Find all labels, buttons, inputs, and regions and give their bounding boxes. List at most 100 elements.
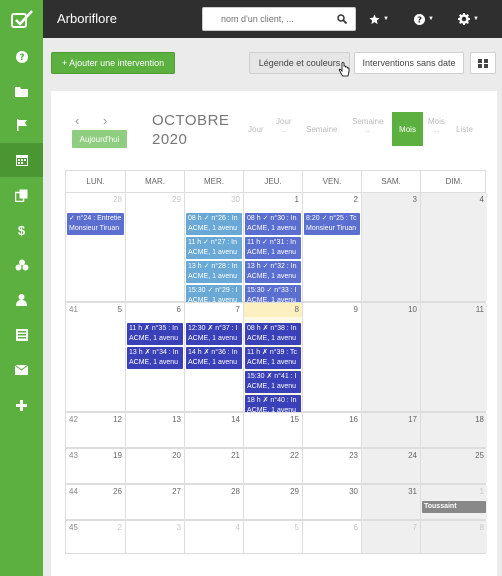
- day-number[interactable]: 20: [172, 451, 181, 460]
- sidebar-item-list[interactable]: [0, 318, 43, 352]
- day-cell[interactable]: 4: [185, 521, 244, 553]
- app-logo[interactable]: [0, 0, 43, 38]
- day-number[interactable]: 1: [295, 195, 299, 204]
- calendar-event[interactable]: 8:20 ✓ n°25 : Tc Monsieur Tiruan: [304, 213, 360, 235]
- day-number[interactable]: 15: [290, 415, 299, 424]
- day-cell[interactable]: 30: [303, 485, 362, 519]
- day-number[interactable]: 10: [408, 305, 417, 314]
- day-cell[interactable]: 5: [244, 521, 303, 553]
- day-cell[interactable]: 41 5: [66, 303, 126, 411]
- day-number[interactable]: 2: [118, 523, 122, 532]
- calendar-event[interactable]: 13 h ✗ n°34 : In ACME, 1 avenu: [127, 347, 183, 369]
- calendar-event[interactable]: 12:30 ✗ n°37 : I ACME, 1 avenu: [186, 323, 242, 345]
- day-number[interactable]: 8: [295, 305, 299, 314]
- help-dropdown[interactable]: ? ▼: [414, 12, 434, 26]
- day-cell[interactable]: 23: [303, 449, 362, 483]
- calendar-event[interactable]: ✓ n°24 : Entretie Monsieur Tiruan: [67, 213, 124, 235]
- day-cell[interactable]: 8 08 h ✗ n°38 : In ACME, 1 avenu 11 h ✗ n°3…: [244, 303, 303, 417]
- calendar-event[interactable]: 11 h ✓ n°27 : In ACME, 1 avenu: [186, 237, 242, 259]
- day-number[interactable]: 4: [236, 523, 240, 532]
- sidebar-item-user[interactable]: [0, 283, 43, 317]
- calendar-event[interactable]: 08 h ✓ n°30 : In ACME, 1 avenu: [245, 213, 301, 235]
- day-cell[interactable]: 30 08 h ✓ n°26 : In ACME, 1 avenu 11 h ✓ n°…: [185, 193, 244, 307]
- day-cell[interactable]: 16: [303, 413, 362, 447]
- day-cell[interactable]: 2 8:20 ✓ n°25 : Tc Monsieur Tiruan: [303, 193, 362, 301]
- day-number[interactable]: 30: [349, 487, 358, 496]
- day-number[interactable]: 31: [408, 487, 417, 496]
- day-number[interactable]: 7: [413, 523, 417, 532]
- day-cell[interactable]: 18: [421, 413, 487, 447]
- day-number[interactable]: 17: [408, 415, 417, 424]
- day-cell[interactable]: 21: [185, 449, 244, 483]
- search-input[interactable]: [203, 8, 327, 30]
- day-number[interactable]: 6: [177, 305, 181, 314]
- add-intervention-button[interactable]: + Ajouter une intervention: [51, 52, 175, 74]
- day-number[interactable]: 4: [480, 195, 484, 204]
- calendar-event[interactable]: 13 h ✓ n°28 : In ACME, 1 avenu: [186, 261, 242, 283]
- settings-dropdown[interactable]: ▼: [458, 12, 479, 26]
- calendar-event[interactable]: 15:30 ✗ n°41 : I ACME, 1 avenu: [245, 371, 301, 393]
- sidebar-item-calendar[interactable]: [0, 143, 43, 177]
- day-number[interactable]: 30: [231, 195, 240, 204]
- calendar-event[interactable]: 14 h ✗ n°36 : In ACME, 1 avenu: [186, 347, 242, 369]
- day-cell[interactable]: 22: [244, 449, 303, 483]
- day-cell[interactable]: 45 2: [66, 521, 126, 553]
- view-week[interactable]: Semaine: [306, 125, 338, 135]
- calendar-event[interactable]: 08 h ✓ n°26 : In ACME, 1 avenu: [186, 213, 242, 235]
- day-number[interactable]: 23: [349, 451, 358, 460]
- view-month[interactable]: Mois: [392, 112, 423, 146]
- app-title[interactable]: Arboriflore: [57, 11, 117, 26]
- today-button[interactable]: Aujourd'hui: [72, 130, 127, 148]
- day-cell[interactable]: 27: [126, 485, 185, 519]
- day-number[interactable]: 7: [236, 305, 240, 314]
- day-cell[interactable]: 43 19: [66, 449, 126, 483]
- day-cell[interactable]: 13: [126, 413, 185, 447]
- day-cell[interactable]: 1 Toussaint: [421, 485, 487, 519]
- day-cell[interactable]: 6: [303, 521, 362, 553]
- day-cell[interactable]: 25: [421, 449, 487, 483]
- day-number[interactable]: 2: [354, 195, 358, 204]
- day-number[interactable]: 1: [480, 487, 484, 496]
- day-number[interactable]: 16: [349, 415, 358, 424]
- legend-colors-button[interactable]: Légende et couleurs: [249, 52, 350, 74]
- sidebar-item-cubes[interactable]: [0, 248, 43, 282]
- day-number[interactable]: 19: [113, 451, 122, 460]
- grid-view-button[interactable]: [470, 52, 496, 74]
- calendar-event[interactable]: 11 h ✓ n°31 : In ACME, 1 avenu: [245, 237, 301, 259]
- day-cell[interactable]: 31: [362, 485, 421, 519]
- day-number[interactable]: 26: [113, 487, 122, 496]
- day-cell[interactable]: 42 12: [66, 413, 126, 447]
- day-number[interactable]: 27: [172, 487, 181, 496]
- day-cell[interactable]: 8: [421, 521, 487, 553]
- day-cell[interactable]: 15: [244, 413, 303, 447]
- calendar-event[interactable]: 08 h ✗ n°38 : In ACME, 1 avenu: [245, 323, 301, 345]
- day-number[interactable]: 21: [231, 451, 240, 460]
- day-number[interactable]: 22: [290, 451, 299, 460]
- day-number[interactable]: 12: [113, 415, 122, 424]
- sidebar-item-add[interactable]: [0, 388, 43, 422]
- day-number[interactable]: 5: [295, 523, 299, 532]
- prev-month-button[interactable]: ‹: [75, 113, 79, 128]
- day-cell[interactable]: 11: [421, 303, 487, 411]
- day-cell[interactable]: 4: [421, 193, 487, 301]
- day-number[interactable]: 18: [475, 415, 484, 424]
- day-cell[interactable]: 6 11 h ✗ n°35 : In ACME, 1 avenu 13 h ✗ n°3…: [126, 303, 185, 411]
- day-cell[interactable]: 24: [362, 449, 421, 483]
- day-cell[interactable]: 10: [362, 303, 421, 411]
- day-number[interactable]: 5: [118, 305, 122, 314]
- calendar-event[interactable]: Toussaint: [422, 501, 486, 513]
- calendar-event[interactable]: 11 h ✗ n°39 : Tc ACME, 1 avenu: [245, 347, 301, 369]
- day-cell[interactable]: 29: [126, 193, 185, 301]
- sidebar-item-envelope[interactable]: [0, 353, 43, 387]
- view-day[interactable]: Jour: [248, 125, 264, 135]
- day-cell[interactable]: 28 ✓ n°24 : Entretie Monsieur Tiruan: [66, 193, 126, 301]
- day-cell[interactable]: 7: [362, 521, 421, 553]
- view-month-alt[interactable]: Mois --: [428, 117, 445, 137]
- day-cell[interactable]: 9: [303, 303, 362, 411]
- day-number[interactable]: 6: [354, 523, 358, 532]
- sidebar-item-folder[interactable]: [0, 74, 43, 108]
- next-month-button[interactable]: ›: [103, 113, 107, 128]
- day-number[interactable]: 13: [172, 415, 181, 424]
- view-day-alt[interactable]: Jour --: [276, 117, 292, 137]
- day-cell[interactable]: 17: [362, 413, 421, 447]
